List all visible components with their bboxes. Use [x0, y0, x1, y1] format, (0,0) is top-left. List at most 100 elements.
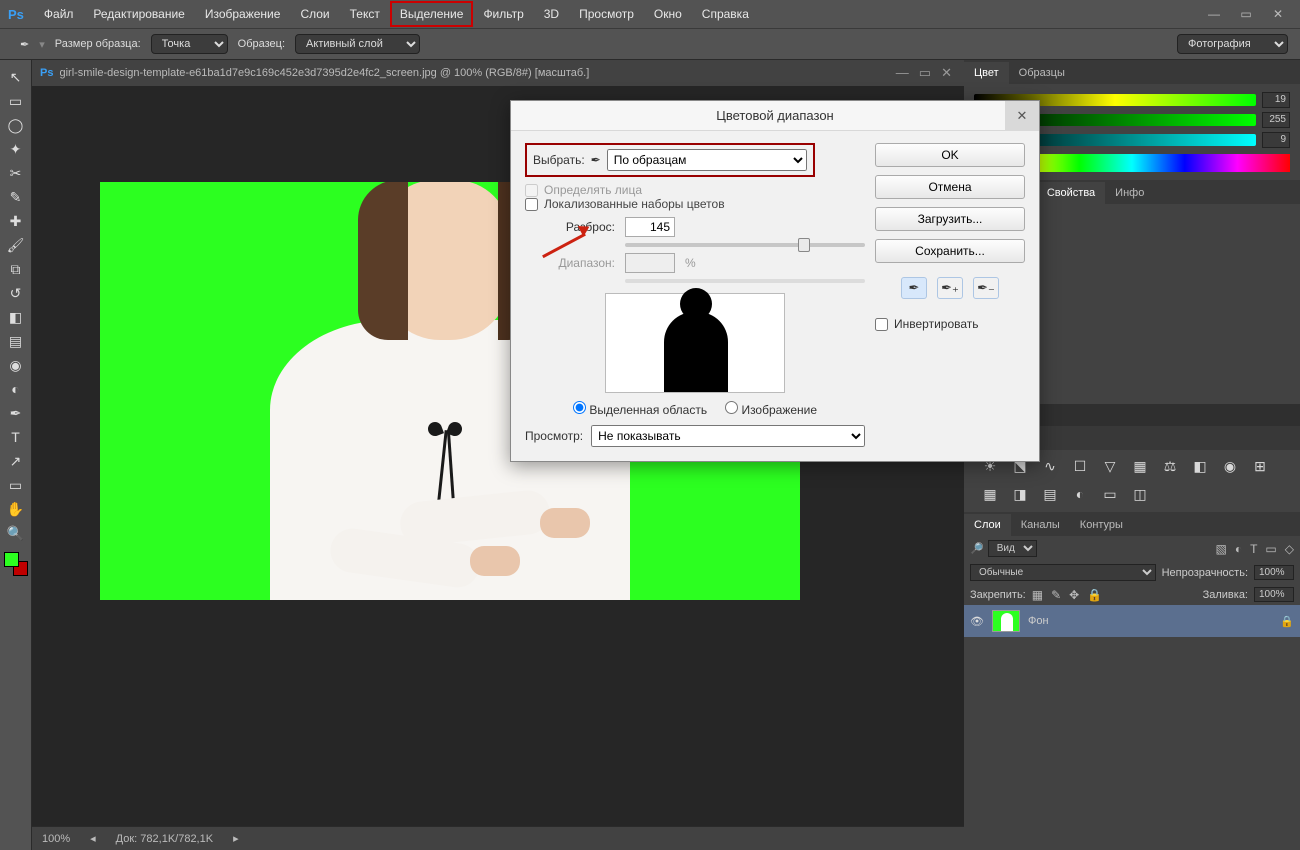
select-method-dropdown[interactable]: По образцам	[607, 149, 807, 171]
lock-all-icon[interactable]: 🔒	[1087, 588, 1102, 602]
tab-paths[interactable]: Контуры	[1070, 514, 1133, 536]
marquee-tool-icon[interactable]: ▭	[4, 90, 28, 112]
heal-tool-icon[interactable]: ✚	[4, 210, 28, 232]
fuzziness-slider[interactable]	[625, 243, 865, 247]
localized-checkbox[interactable]	[525, 198, 538, 211]
eraser-tool-icon[interactable]: ◧	[4, 306, 28, 328]
filter-smart-icon[interactable]: ◇	[1285, 542, 1294, 556]
gradient-tool-icon[interactable]: ▤	[4, 330, 28, 352]
window-maximize-icon[interactable]: ▭	[1236, 7, 1256, 21]
bw-icon[interactable]: ◧	[1190, 458, 1210, 476]
eyedropper-add-icon[interactable]: ✒₊	[937, 277, 963, 299]
tab-swatches[interactable]: Образцы	[1009, 62, 1075, 84]
layer-row[interactable]: 👁 Фон 🔒	[964, 605, 1300, 637]
workspace-select[interactable]: Фотография	[1177, 34, 1288, 54]
gradmap-icon[interactable]: ▭	[1100, 486, 1120, 504]
menu-file[interactable]: Файл	[34, 1, 84, 27]
brush-tool-icon[interactable]: 🖌	[4, 234, 28, 256]
eyedropper-tool-icon[interactable]: ✎	[4, 186, 28, 208]
cancel-button[interactable]: Отмена	[875, 175, 1025, 199]
filter-image-icon[interactable]: ▧	[1215, 542, 1226, 556]
menu-filter[interactable]: Фильтр	[473, 1, 533, 27]
eyedropper-sample-icon[interactable]: ✒	[901, 277, 927, 299]
balance-icon[interactable]: ⚖	[1160, 458, 1180, 476]
document-tab[interactable]: Ps girl-smile-design-template-e61ba1d7e9…	[32, 60, 964, 86]
crop-tool-icon[interactable]: ✂	[4, 162, 28, 184]
lock-brush-icon[interactable]: ✎	[1051, 588, 1061, 602]
doc-close-icon[interactable]: ✕	[941, 65, 952, 81]
menu-select[interactable]: Выделение	[390, 1, 474, 27]
ok-button[interactable]: OK	[875, 143, 1025, 167]
menu-layers[interactable]: Слои	[290, 1, 339, 27]
load-button[interactable]: Загрузить...	[875, 207, 1025, 231]
vibrance-icon[interactable]: ▽	[1100, 458, 1120, 476]
color-swatches[interactable]	[4, 552, 28, 576]
doc-minimize-icon[interactable]: —	[896, 65, 909, 81]
lasso-tool-icon[interactable]: ◯	[4, 114, 28, 136]
opacity-value[interactable]	[1254, 565, 1294, 580]
preview-select[interactable]: Не показывать	[591, 425, 865, 447]
lut-icon[interactable]: ▦	[980, 486, 1000, 504]
radio-selection[interactable]: Выделенная область	[573, 401, 707, 417]
window-minimize-icon[interactable]: —	[1204, 7, 1224, 21]
menu-3d[interactable]: 3D	[534, 1, 569, 27]
invert-checkbox[interactable]	[875, 318, 888, 331]
menu-image[interactable]: Изображение	[195, 1, 291, 27]
exposure-icon[interactable]: ☐	[1070, 458, 1090, 476]
g-value[interactable]: 255	[1262, 112, 1290, 128]
stamp-tool-icon[interactable]: ⧉	[4, 258, 28, 280]
dodge-tool-icon[interactable]: ◐	[4, 378, 28, 400]
layer-name[interactable]: Фон	[1028, 615, 1049, 627]
b-value[interactable]: 9	[1262, 132, 1290, 148]
menu-text[interactable]: Текст	[340, 1, 390, 27]
hand-tool-icon[interactable]: ✋	[4, 498, 28, 520]
fuzziness-value[interactable]	[625, 217, 675, 237]
layer-thumbnail[interactable]	[992, 610, 1020, 632]
move-tool-icon[interactable]: ↖	[4, 66, 28, 88]
r-value[interactable]: 19	[1262, 92, 1290, 108]
shape-tool-icon[interactable]: ▭	[4, 474, 28, 496]
visibility-icon[interactable]: 👁	[970, 615, 984, 628]
wand-tool-icon[interactable]: ✦	[4, 138, 28, 160]
pen-tool-icon[interactable]: ✒	[4, 402, 28, 424]
history-brush-icon[interactable]: ↺	[4, 282, 28, 304]
doc-maximize-icon[interactable]: ▭	[919, 65, 931, 81]
zoom-level[interactable]: 100%	[42, 833, 70, 845]
blur-tool-icon[interactable]: ◉	[4, 354, 28, 376]
filter-adjust-icon[interactable]: ◐	[1235, 542, 1242, 556]
window-close-icon[interactable]: ✕	[1268, 7, 1288, 21]
selective-icon[interactable]: ◫	[1130, 486, 1150, 504]
tab-layers[interactable]: Слои	[964, 514, 1011, 536]
menu-help[interactable]: Справка	[692, 1, 759, 27]
sample-size-select[interactable]: Точка	[151, 34, 228, 54]
curves-icon[interactable]: ∿	[1040, 458, 1060, 476]
eyedropper-subtract-icon[interactable]: ✒₋	[973, 277, 999, 299]
hue-icon[interactable]: ▦	[1130, 458, 1150, 476]
zoom-tool-icon[interactable]: 🔍	[4, 522, 28, 544]
tab-properties[interactable]: Свойства	[1037, 182, 1105, 204]
filter-shape-icon[interactable]: ▭	[1265, 542, 1276, 556]
tab-channels[interactable]: Каналы	[1011, 514, 1070, 536]
mixer-icon[interactable]: ⊞	[1250, 458, 1270, 476]
path-tool-icon[interactable]: ↗	[4, 450, 28, 472]
menu-edit[interactable]: Редактирование	[83, 1, 194, 27]
lock-pixels-icon[interactable]: ▦	[1032, 588, 1043, 602]
photo-filter-icon[interactable]: ◉	[1220, 458, 1240, 476]
menu-window[interactable]: Окно	[644, 1, 692, 27]
dialog-close-icon[interactable]: ✕	[1005, 101, 1039, 131]
layer-kind-select[interactable]: Вид	[988, 540, 1037, 557]
type-tool-icon[interactable]: T	[4, 426, 28, 448]
invert-icon[interactable]: ◨	[1010, 486, 1030, 504]
threshold-icon[interactable]: ◐	[1070, 486, 1090, 504]
menu-view[interactable]: Просмотр	[569, 1, 644, 27]
poster-icon[interactable]: ▤	[1040, 486, 1060, 504]
lock-move-icon[interactable]: ✥	[1069, 588, 1079, 602]
dialog-title-bar[interactable]: Цветовой диапазон ✕	[511, 101, 1039, 131]
tab-color[interactable]: Цвет	[964, 62, 1009, 84]
radio-image[interactable]: Изображение	[725, 401, 817, 417]
sample-layer-select[interactable]: Активный слой	[295, 34, 420, 54]
save-button[interactable]: Сохранить...	[875, 239, 1025, 263]
fill-value[interactable]	[1254, 587, 1294, 602]
filter-type-icon[interactable]: T	[1250, 542, 1257, 556]
tab-info[interactable]: Инфо	[1105, 182, 1154, 204]
